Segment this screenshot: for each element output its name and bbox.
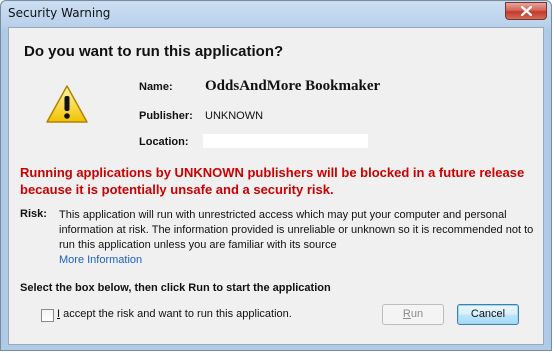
cancel-button[interactable]: Cancel [457,304,519,325]
risk-description: This application will run with unrestric… [59,208,539,253]
dialog-body: Do you want to run this application? Nam… [8,27,544,345]
select-instruction: Select the box below, then click Run to … [20,282,331,294]
dialog-heading: Do you want to run this application? [24,43,284,60]
unknown-publisher-warning: Running applications by UNKNOWN publishe… [20,164,540,198]
location-label: Location: [139,136,189,148]
title-bar[interactable]: Security Warning [1,1,553,27]
security-warning-window: Security Warning Do you want to run this… [0,0,552,351]
close-button[interactable] [505,2,547,20]
risk-line-3: run this application unless you are fami… [59,239,337,251]
accept-risk-checkbox[interactable] [41,309,54,322]
publisher-value: UNKNOWN [205,110,264,122]
name-label: Name: [139,81,173,93]
warning-line-2: because it is potentially unsafe and a s… [20,182,334,197]
risk-label: Risk: [20,208,47,220]
risk-line-2: information at risk. The information pro… [59,224,534,236]
close-x-icon [521,6,532,16]
warning-triangle-icon [46,85,88,123]
window-title: Security Warning [8,6,111,20]
application-name: OddsAndMore Bookmaker [205,78,381,94]
run-button[interactable]: Run [382,304,444,325]
risk-line-1: This application will run with unrestric… [59,209,507,221]
location-value [203,134,368,148]
accept-risk-label[interactable]: I accept the risk and want to run this a… [57,308,292,320]
more-information-link[interactable]: More Information [59,254,142,266]
warning-line-1: Running applications by UNKNOWN publishe… [20,165,525,180]
publisher-label: Publisher: [139,110,193,122]
